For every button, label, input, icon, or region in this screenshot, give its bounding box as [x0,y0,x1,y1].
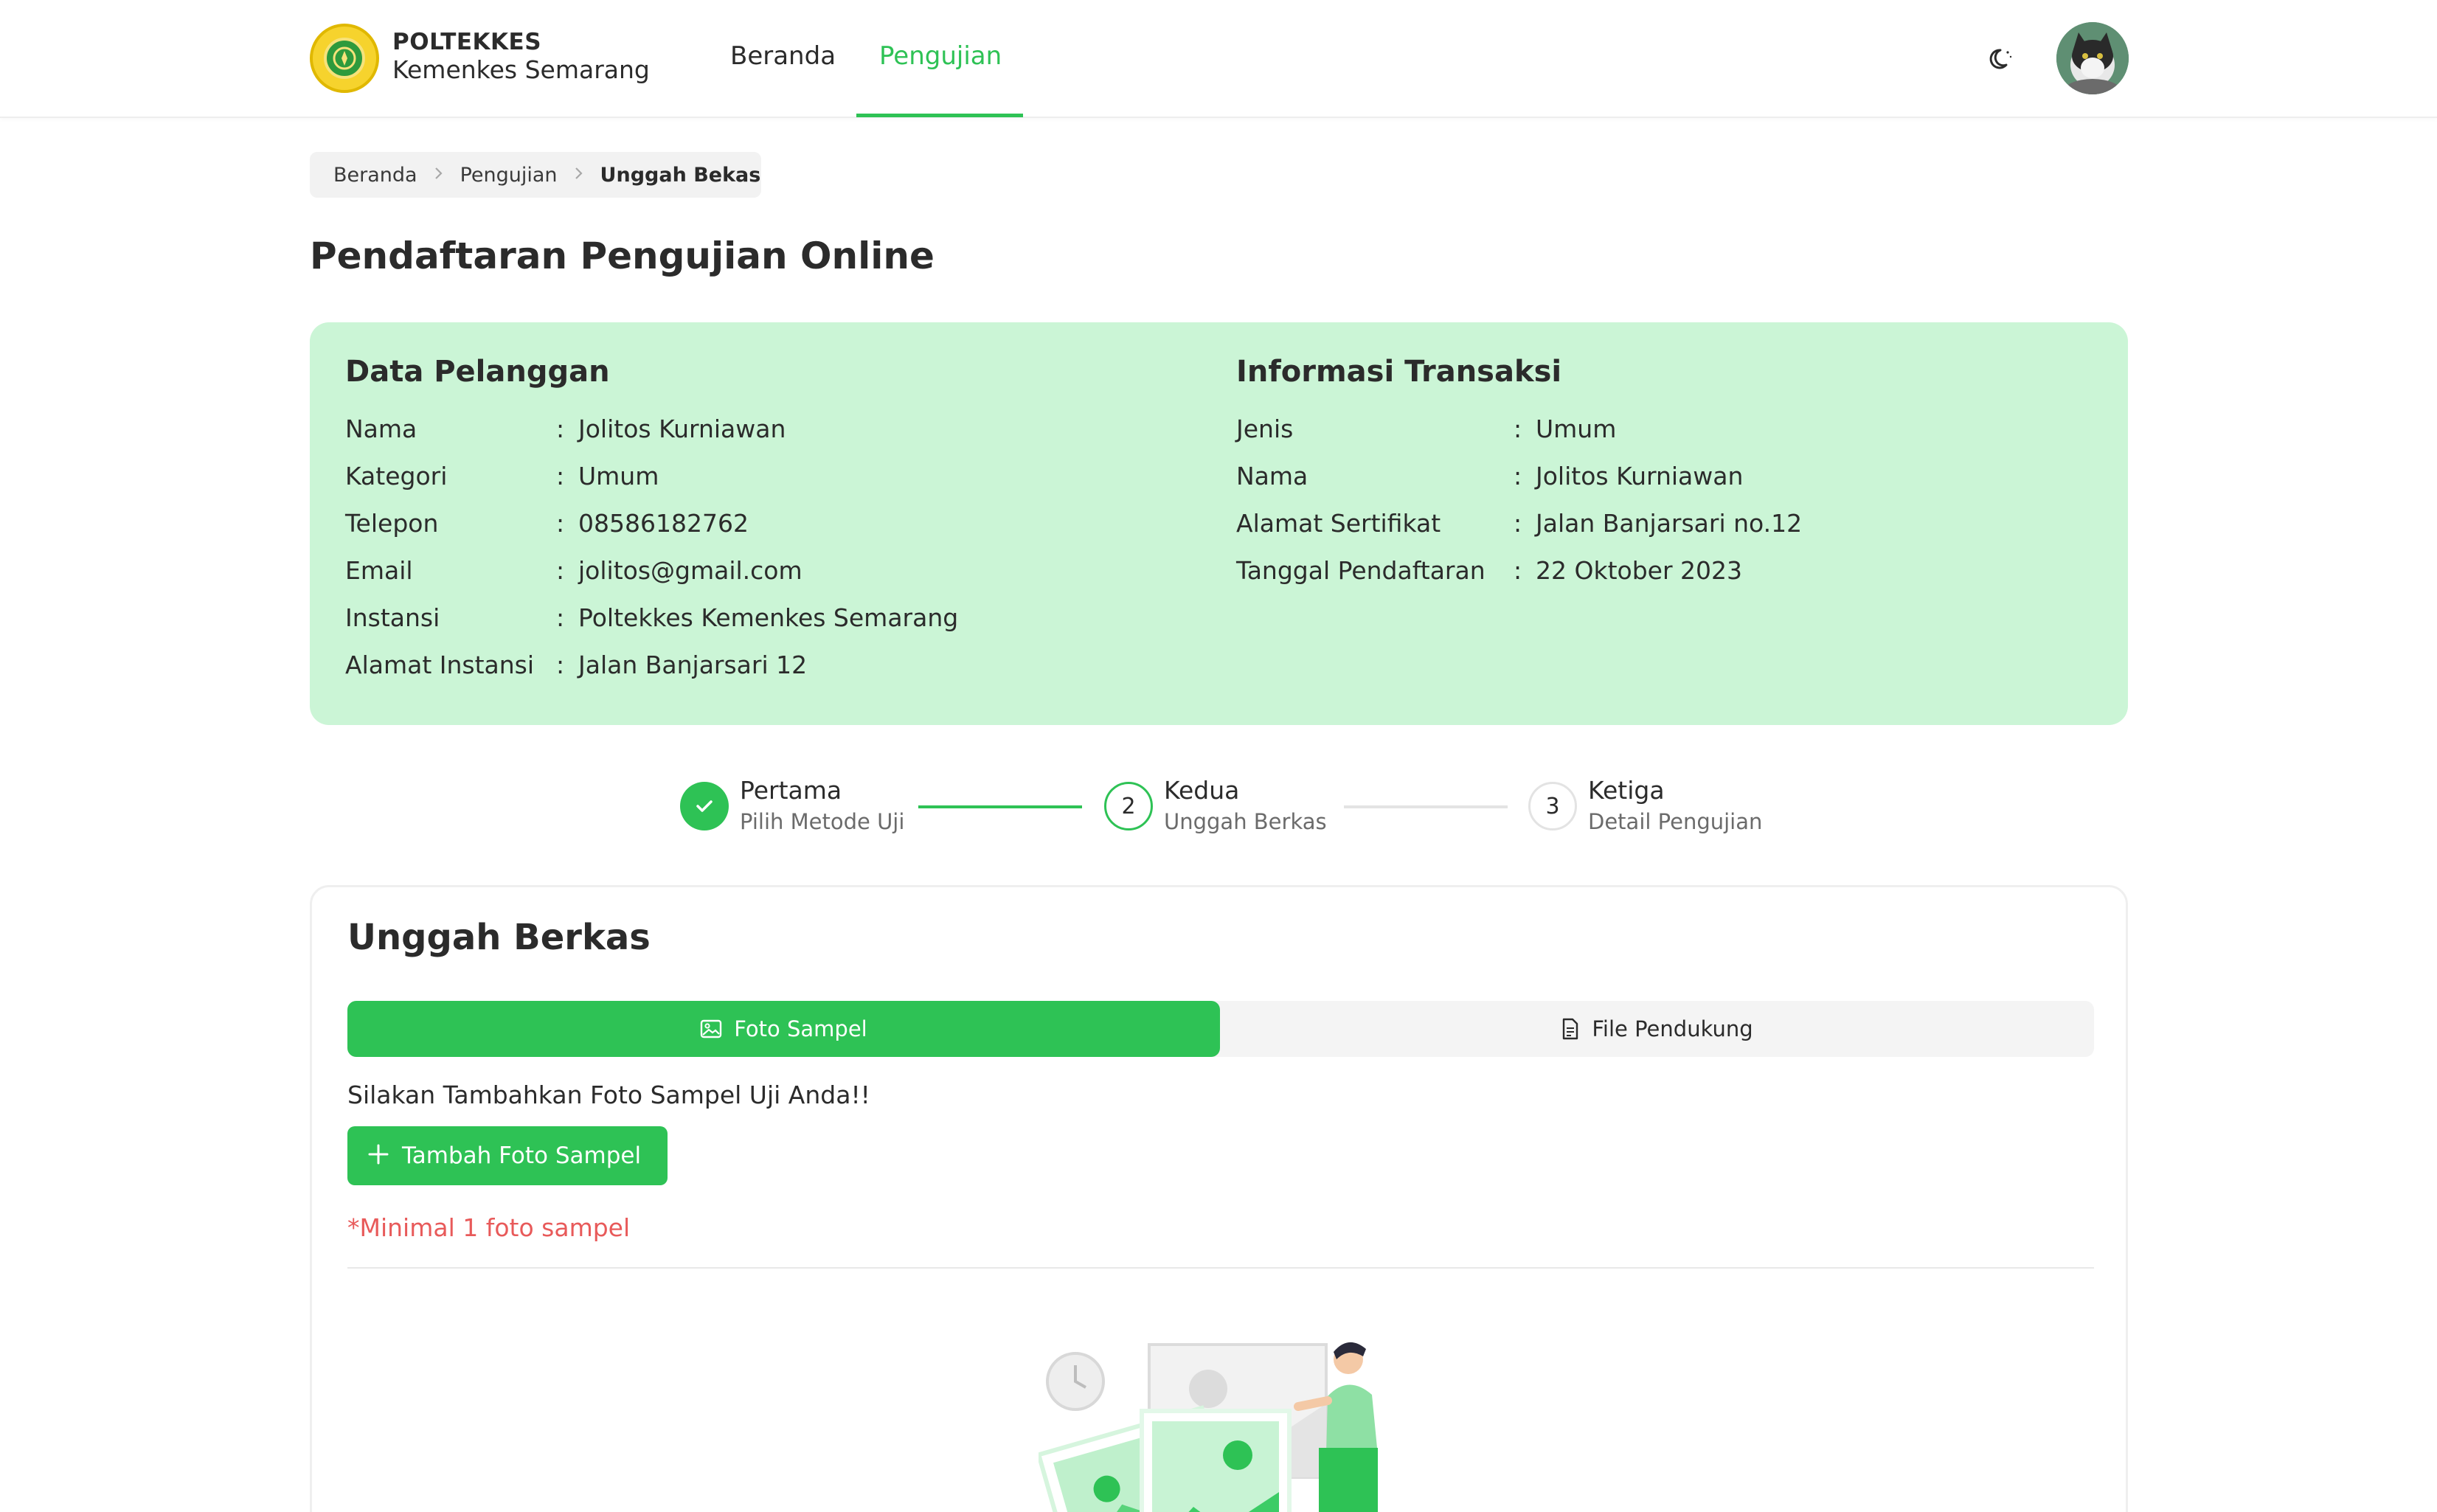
info-colon: : [1514,461,1522,490]
info-label: Telepon [345,508,439,538]
info-label: Jenis [1236,414,1294,443]
info-value: Umum [1536,414,1617,443]
transaction-row-alamat-sertifikat: Alamat Sertifikat : Jalan Banjarsari no.… [1236,499,1802,547]
breadcrumb: Beranda Pengujian Unggah Bekas [310,152,761,198]
step-2: Kedua Unggah Berkas [1164,776,1327,836]
breadcrumb-item-beranda[interactable]: Beranda [333,164,417,187]
brand-name-bottom: Kemenkes Semarang [392,55,650,84]
info-colon: : [556,603,565,632]
tab-label: File Pendukung [1592,1016,1753,1041]
info-colon: : [556,461,565,490]
info-colon: : [556,555,565,585]
upload-title: Unggah Berkas [347,917,651,958]
moon-icon [1989,49,2012,69]
user-avatar[interactable] [2056,22,2129,94]
info-value: 22 Oktober 2023 [1536,555,1742,585]
breadcrumb-item-current: Unggah Bekas [600,163,761,187]
customer-row-email: Email : jolitos@gmail.com [345,547,958,594]
step-1-status [680,782,729,830]
info-label: Alamat Sertifikat [1236,508,1441,538]
info-label: Kategori [345,461,448,490]
empty-state-illustration [1036,1330,1407,1512]
info-label: Email [345,555,413,585]
step-3: Ketiga Detail Pengujian [1588,776,1762,836]
info-colon: : [556,650,565,679]
info-label: Nama [1236,461,1308,490]
info-value: Poltekkes Kemenkes Semarang [578,603,959,632]
plus-icon [367,1140,390,1171]
info-colon: : [1514,414,1522,443]
progress-stepper: Pertama Pilih Metode Uji 2 Kedua Unggah … [0,767,2437,856]
tab-file-pendukung[interactable]: File Pendukung [1220,1001,2094,1057]
info-colon: : [556,414,565,443]
chevron-right-icon [434,164,444,186]
customer-row-kategori: Kategori : Umum [345,452,958,499]
step-title: Ketiga [1588,776,1665,805]
customer-data-heading: Data Pelanggan [345,355,610,389]
add-sample-photo-label: Tambah Foto Sampel [402,1142,642,1169]
info-label: Nama [345,414,417,443]
customer-row-telepon: Telepon : 08586182762 [345,499,958,547]
transaction-row-jenis: Jenis : Umum [1236,405,1802,452]
customer-row-alamat-instansi: Alamat Instansi : Jalan Banjarsari 12 [345,641,958,688]
info-colon: : [1514,508,1522,538]
info-colon: : [1514,555,1522,585]
step-1: Pertama Pilih Metode Uji [740,776,904,836]
info-value: Jalan Banjarsari no.12 [1536,508,1803,538]
tab-label: Foto Sampel [734,1016,867,1041]
emblem-icon [333,46,356,70]
info-value: Umum [578,461,659,490]
info-value: jolitos@gmail.com [578,555,802,585]
info-value: Jolitos Kurniawan [1536,461,1744,490]
transaction-row-nama: Nama : Jolitos Kurniawan [1236,452,1802,499]
info-value: Jalan Banjarsari 12 [578,650,808,679]
document-icon [1561,1018,1580,1040]
brand-name-top: POLTEKKES [392,29,542,55]
info-label: Tanggal Pendaftaran [1236,555,1486,585]
info-colon: : [556,508,565,538]
step-subtitle: Pilih Metode Uji [740,808,905,834]
upload-hint: Silakan Tambahkan Foto Sampel Uji Anda!! [347,1081,870,1109]
upload-tabs: Foto Sampel File Pendukung [347,1001,2094,1057]
step-subtitle: Unggah Berkas [1164,808,1327,834]
customer-row-nama: Nama : Jolitos Kurniawan [345,405,958,452]
page-title: Pendaftaran Pengujian Online [310,235,935,277]
step-connector-completed [918,805,1082,808]
step-connector-pending [1344,805,1508,808]
navbar: POLTEKKES Kemenkes Semarang Beranda Peng… [0,0,2437,118]
tab-foto-sampel[interactable]: Foto Sampel [347,1001,1220,1057]
brand-name[interactable]: POLTEKKES Kemenkes Semarang [392,29,650,84]
poltekkes-logo[interactable] [310,24,379,93]
info-value: Jolitos Kurniawan [578,414,786,443]
nav-pengujian[interactable]: Pengujian [879,41,1002,71]
transaction-info-heading: Informasi Transaksi [1236,355,1562,389]
info-value: 08586182762 [578,508,749,538]
minimum-photo-warning: *Minimal 1 foto sampel [347,1213,631,1242]
nav-active-indicator [856,114,1023,117]
customer-row-instansi: Instansi : Poltekkes Kemenkes Semarang [345,594,958,641]
transaction-info-section: Informasi Transaksi Jenis : Umum Nama : … [1236,355,1802,594]
avatar-image [2056,22,2129,94]
check-icon [696,800,713,812]
step-2-number: 2 [1104,782,1153,830]
breadcrumb-item-pengujian[interactable]: Pengujian [460,164,558,187]
upload-files-card: Unggah Berkas Foto Sampel File Pendukung [310,885,2128,1512]
nav-beranda[interactable]: Beranda [730,41,836,71]
theme-toggle-button[interactable] [1986,43,2018,75]
info-label: Alamat Instansi [345,650,535,679]
step-3-number: 3 [1528,782,1577,830]
customer-data-section: Data Pelanggan Nama : Jolitos Kurniawan … [345,355,958,688]
logo-emblem [324,38,365,79]
step-title: Kedua [1164,776,1240,805]
info-label: Instansi [345,603,440,632]
chevron-right-icon [574,164,584,186]
add-sample-photo-button[interactable]: Tambah Foto Sampel [347,1126,668,1185]
image-icon [700,1019,722,1038]
transaction-row-tanggal: Tanggal Pendaftaran : 22 Oktober 2023 [1236,547,1802,594]
registration-info-card: Data Pelanggan Nama : Jolitos Kurniawan … [310,322,2128,725]
step-title: Pertama [740,776,842,805]
divider [347,1267,2094,1269]
step-subtitle: Detail Pengujian [1588,808,1763,834]
